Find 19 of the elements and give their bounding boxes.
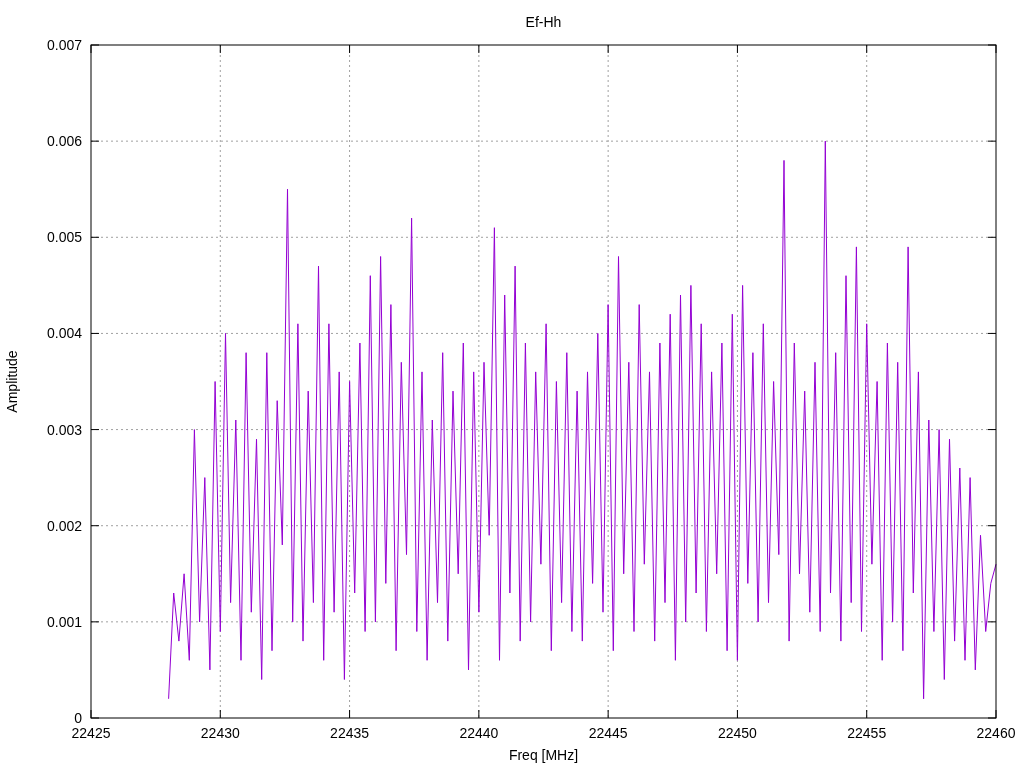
y-tick-label: 0.002 bbox=[46, 517, 82, 534]
x-tick-label: 22455 bbox=[847, 725, 887, 741]
y-tick-label: 0.006 bbox=[46, 133, 82, 150]
x-tick-label: 22445 bbox=[588, 725, 628, 741]
y-axis-label: Amplitude bbox=[4, 350, 20, 413]
x-tick-label: 22435 bbox=[330, 725, 370, 741]
x-tick-label: 22440 bbox=[459, 725, 499, 741]
x-tick-label: 22460 bbox=[976, 725, 1016, 741]
y-tick-label: 0.005 bbox=[46, 229, 82, 246]
y-tick-label: 0.004 bbox=[46, 325, 82, 342]
y-tick-label: 0.003 bbox=[46, 421, 82, 438]
x-tick-label: 22450 bbox=[717, 725, 757, 741]
y-tick-label: 0 bbox=[74, 710, 82, 726]
x-tick-label: 22425 bbox=[71, 725, 111, 741]
chart-title: Ef-Hh bbox=[525, 14, 562, 30]
y-tick-label: 0.001 bbox=[46, 613, 82, 630]
y-tick-label: 0.007 bbox=[46, 37, 82, 53]
x-tick-label: 22430 bbox=[200, 725, 240, 741]
x-axis-label: Freq [MHz] bbox=[508, 747, 579, 763]
